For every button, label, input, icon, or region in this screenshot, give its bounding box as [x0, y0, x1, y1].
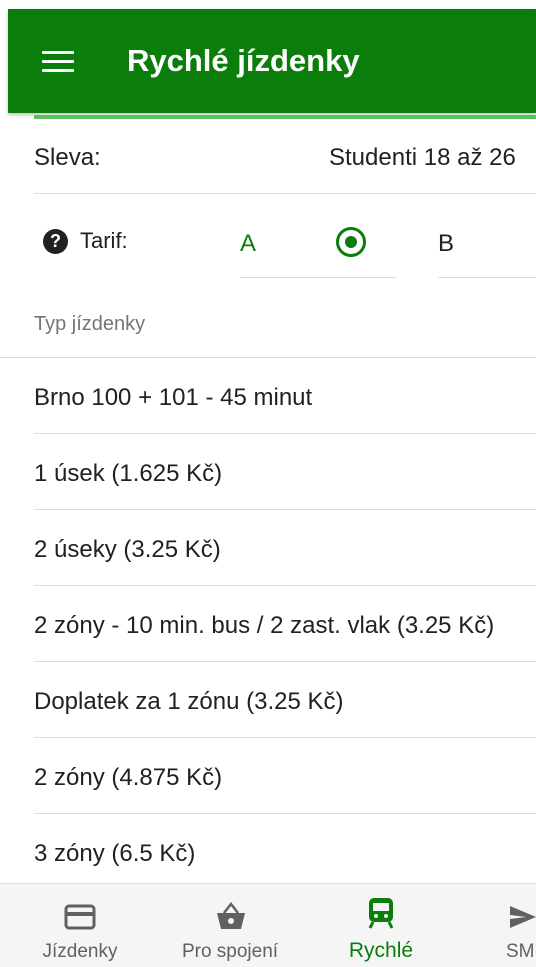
ticket-type-header: Typ jízdenky — [34, 313, 146, 335]
ticket-label: Doplatek za 1 zónu (3.25 Kč) — [34, 688, 344, 715]
radio-selected-icon[interactable] — [336, 227, 366, 257]
tariff-option-a[interactable]: A — [240, 230, 256, 258]
ticket-label: 2 úseky (3.25 Kč) — [34, 536, 221, 563]
ticket-label: 1 úsek (1.625 Kč) — [34, 460, 223, 487]
ticket-label: 2 zóny (4.875 Kč) — [34, 764, 223, 791]
ticket-item[interactable]: 2 zóny - 10 min. bus / 2 zast. vlak (3.2… — [0, 586, 536, 662]
discount-select[interactable]: Studenti 18 až 26 — [329, 144, 516, 172]
nav-label: SM — [506, 941, 535, 962]
ticket-label: Brno 100 + 101 - 45 minut — [34, 384, 313, 411]
credit-card-icon — [64, 904, 96, 930]
ticket-label: 2 zóny - 10 min. bus / 2 zast. vlak (3.2… — [34, 612, 495, 639]
ticket-item[interactable]: 2 zóny (4.875 Kč) — [0, 738, 536, 814]
ticket-item[interactable]: 3 zóny (6.5 Kč) — [0, 814, 536, 890]
nav-quick[interactable]: Rychlé — [326, 884, 436, 967]
appbar-accent-line — [34, 115, 536, 119]
page-title: Rychlé jízdenky — [127, 43, 360, 78]
tariff-b-underline — [438, 277, 536, 278]
ticket-label: 3 zóny (6.5 Kč) — [34, 840, 196, 867]
app-bar: Rychlé jízdenky — [8, 9, 536, 113]
nav-label: Rychlé — [348, 939, 414, 962]
bottom-navigation: Jízdenky Pro spojení Rychlé SM — [0, 883, 536, 967]
tariff-label: Tarif: — [80, 228, 128, 253]
help-icon[interactable]: ? — [43, 229, 68, 254]
basket-icon — [217, 901, 245, 929]
status-bar — [0, 0, 536, 9]
nav-label: Pro spojení — [181, 941, 279, 962]
nav-for-connection[interactable]: Pro spojení — [165, 884, 295, 967]
train-icon — [368, 898, 394, 929]
send-icon — [510, 906, 536, 928]
ticket-item[interactable]: 2 úseky (3.25 Kč) — [0, 510, 536, 586]
discount-label: Sleva: — [34, 144, 101, 171]
nav-sms[interactable]: SM — [484, 884, 536, 967]
nav-label: Jízdenky — [42, 941, 118, 962]
nav-tickets[interactable]: Jízdenky — [20, 884, 140, 967]
divider — [34, 193, 536, 194]
ticket-item[interactable]: Brno 100 + 101 - 45 minut — [0, 358, 536, 434]
tariff-a-underline — [240, 277, 396, 278]
hamburger-menu-icon[interactable] — [42, 51, 74, 75]
ticket-item[interactable]: 1 úsek (1.625 Kč) — [0, 434, 536, 510]
tariff-option-b[interactable]: B — [438, 230, 454, 258]
ticket-item[interactable]: Doplatek za 1 zónu (3.25 Kč) — [0, 662, 536, 738]
